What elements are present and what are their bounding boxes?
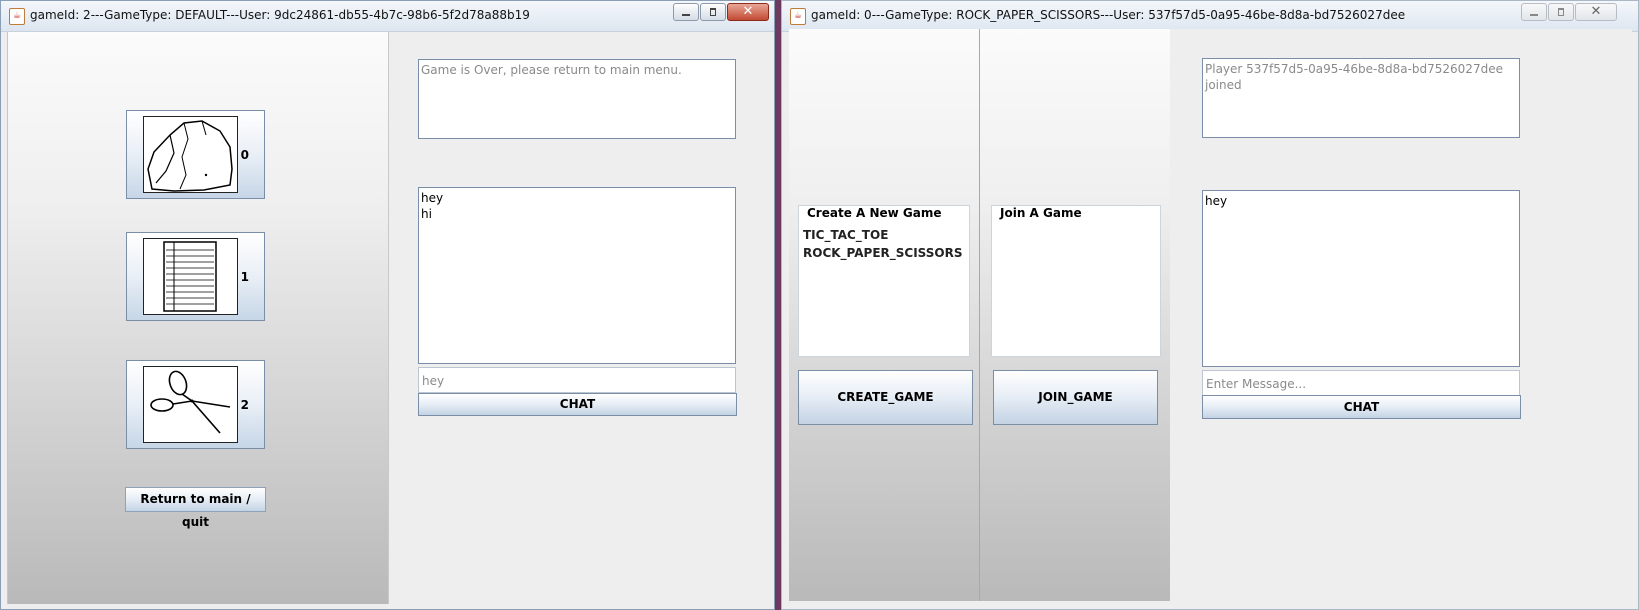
scissors-choice-number: 2	[240, 398, 249, 412]
lobby-chat-button[interactable]: CHAT	[1202, 395, 1521, 419]
left-game-window: ☕ gameId: 2---GameType: DEFAULT---User: …	[0, 0, 775, 610]
open-games-list[interactable]	[996, 224, 1156, 352]
scissors-choice-button[interactable]: 2	[126, 360, 265, 449]
join-group-title: Join A Game	[998, 206, 1084, 220]
chat-line: hi	[421, 207, 432, 221]
lobby-status-text: Player 537f57d5-0a95-46be-8d8a-bd7526027…	[1202, 58, 1520, 138]
close-button[interactable]: ✕	[1575, 3, 1617, 21]
scissors-icon	[143, 366, 238, 443]
maximize-icon	[710, 8, 716, 16]
left-window-title: gameId: 2---GameType: DEFAULT---User: 9d…	[30, 8, 530, 22]
create-game-panel: Create A New Game TIC_TAC_TOE ROCK_PAPER…	[789, 29, 980, 601]
minimize-icon	[1530, 14, 1538, 16]
rock-icon	[143, 116, 238, 193]
minimize-icon	[682, 14, 690, 16]
create-group-title: Create A New Game	[805, 206, 944, 220]
maximize-button[interactable]	[1548, 3, 1574, 21]
left-title-bar[interactable]: ☕ gameId: 2---GameType: DEFAULT---User: …	[1, 1, 774, 32]
close-button[interactable]: ✕	[727, 3, 769, 21]
chat-log: hey hi	[418, 187, 736, 364]
chat-line: hey	[1205, 194, 1228, 208]
right-lobby-window: ☕ gameId: 0---GameType: ROCK_PAPER_SCISS…	[781, 0, 1639, 610]
choice-panel: 0 1 2 Return to main / quit	[7, 32, 389, 604]
create-game-group: Create A New Game TIC_TAC_TOE ROCK_PAPER…	[798, 205, 970, 357]
minimize-button[interactable]	[1521, 3, 1547, 21]
lobby-chat-log: hey	[1202, 190, 1520, 367]
rock-choice-button[interactable]: 0	[126, 110, 265, 199]
game-status-text: Game is Over, please return to main menu…	[418, 59, 736, 139]
chat-input[interactable]: hey	[418, 367, 736, 393]
chat-line: hey	[421, 191, 444, 205]
paper-choice-button[interactable]: 1	[126, 232, 265, 321]
maximize-button[interactable]	[700, 3, 726, 21]
minimize-button[interactable]	[673, 3, 699, 21]
list-item[interactable]: TIC_TAC_TOE	[803, 226, 965, 244]
close-icon: ✕	[742, 4, 754, 19]
chat-button[interactable]: CHAT	[418, 393, 737, 416]
rock-choice-number: 0	[240, 148, 249, 162]
paper-choice-number: 1	[240, 270, 249, 284]
list-item[interactable]: ROCK_PAPER_SCISSORS	[803, 244, 965, 262]
right-window-title: gameId: 0---GameType: ROCK_PAPER_SCISSOR…	[811, 8, 1406, 22]
chat-panel: Game is Over, please return to main menu…	[388, 32, 768, 604]
maximize-icon	[1558, 8, 1564, 16]
join-game-panel: Join A Game JOIN_GAME	[980, 29, 1171, 601]
message-input[interactable]: Enter Message...	[1202, 370, 1520, 396]
join-game-group: Join A Game	[991, 205, 1161, 357]
java-app-icon: ☕	[9, 8, 25, 25]
java-app-icon: ☕	[790, 8, 806, 25]
return-to-main-button[interactable]: Return to main / quit	[125, 487, 266, 529]
join-game-button[interactable]: JOIN_GAME	[993, 370, 1158, 425]
close-icon: ✕	[1590, 4, 1602, 19]
create-game-button[interactable]: CREATE_GAME	[798, 370, 973, 425]
paper-icon	[143, 238, 238, 315]
lobby-chat-panel: Player 537f57d5-0a95-46be-8d8a-bd7526027…	[1170, 29, 1632, 601]
game-type-list: TIC_TAC_TOE ROCK_PAPER_SCISSORS	[803, 226, 965, 262]
right-title-bar[interactable]: ☕ gameId: 0---GameType: ROCK_PAPER_SCISS…	[782, 1, 1638, 32]
